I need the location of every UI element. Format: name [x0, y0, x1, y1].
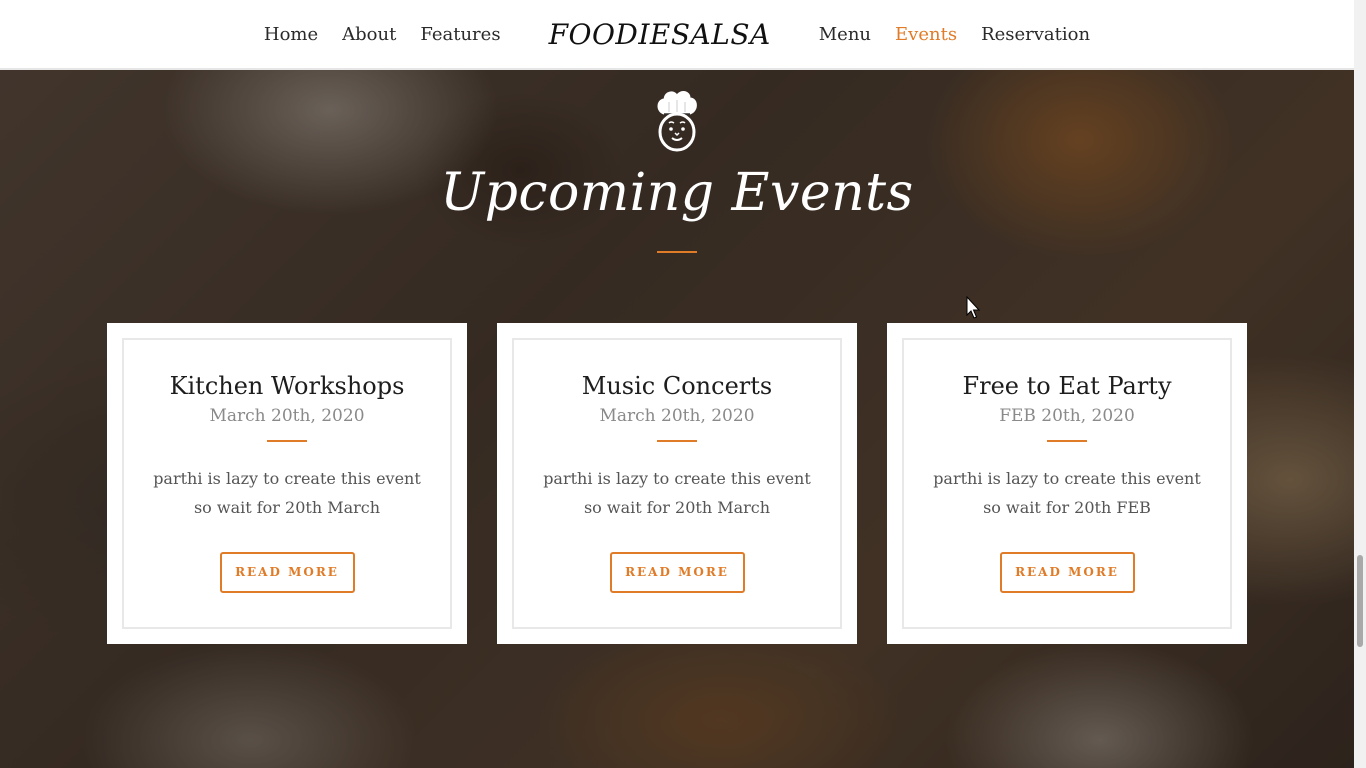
nav-about-link[interactable]: About: [342, 24, 396, 45]
event-divider: [657, 440, 697, 442]
event-card-inner: Kitchen Workshops March 20th, 2020 parth…: [122, 338, 452, 629]
event-card-inner: Music Concerts March 20th, 2020 parthi i…: [512, 338, 842, 629]
nav-menu-link[interactable]: Menu: [819, 24, 871, 45]
nav-features-link[interactable]: Features: [420, 24, 500, 45]
event-date: FEB 20th, 2020: [999, 406, 1135, 426]
nav-home-link[interactable]: Home: [264, 24, 318, 45]
nav-right-group: Menu Events Reservation: [807, 24, 1102, 45]
event-description: parthi is lazy to create this event so w…: [153, 469, 421, 517]
read-more-button[interactable]: READ MORE: [609, 552, 745, 593]
top-navbar: Home About Features FOODIESALSA Menu Eve…: [0, 0, 1354, 70]
event-divider: [1047, 440, 1087, 442]
scrollbar-thumb[interactable]: [1357, 555, 1363, 647]
section-title: Upcoming Events: [440, 163, 914, 223]
read-more-button[interactable]: READ MORE: [999, 552, 1135, 593]
event-card: Free to Eat Party FEB 20th, 2020 parthi …: [887, 323, 1247, 644]
mouse-cursor-icon: [966, 296, 981, 319]
event-title: Music Concerts: [581, 372, 773, 400]
event-card-inner: Free to Eat Party FEB 20th, 2020 parthi …: [902, 338, 1232, 629]
event-divider: [267, 440, 307, 442]
page-scrollbar[interactable]: [1354, 0, 1366, 768]
title-divider: [657, 251, 697, 253]
event-card: Music Concerts March 20th, 2020 parthi i…: [497, 323, 857, 644]
event-date: March 20th, 2020: [209, 406, 365, 426]
event-title: Kitchen Workshops: [169, 372, 405, 400]
event-description: parthi is lazy to create this event so w…: [543, 469, 811, 517]
event-card: Kitchen Workshops March 20th, 2020 parth…: [107, 323, 467, 644]
chef-icon: [657, 90, 697, 152]
brand-logo[interactable]: FOODIESALSA: [549, 18, 771, 51]
event-title: Free to Eat Party: [962, 372, 1172, 400]
read-more-button[interactable]: READ MORE: [219, 552, 355, 593]
nav-left-group: Home About Features: [252, 24, 513, 45]
nav-events-link[interactable]: Events: [895, 24, 957, 45]
event-date: March 20th, 2020: [599, 406, 755, 426]
nav-reservation-link[interactable]: Reservation: [981, 24, 1090, 45]
event-description: parthi is lazy to create this event so w…: [933, 469, 1201, 517]
